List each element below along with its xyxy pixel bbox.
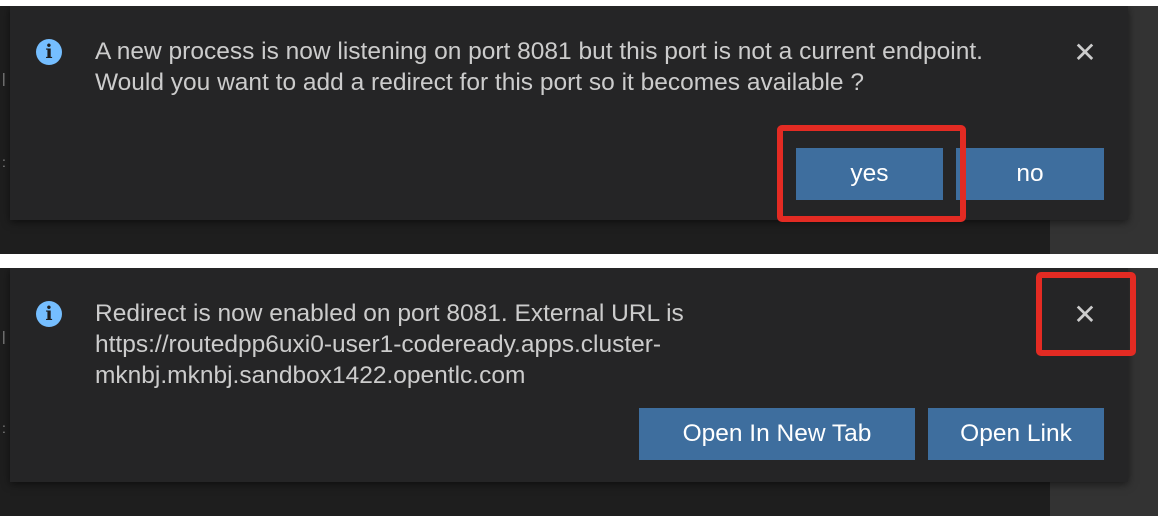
highlight-box-close [1036, 272, 1136, 356]
editor-panel-top: | : i A new process is now listening on … [0, 6, 1158, 254]
editor-edge-mark: : [2, 154, 6, 170]
editor-edge-mark: | [2, 70, 6, 86]
open-link-button[interactable]: Open Link [928, 408, 1104, 460]
editor-panel-bottom: | : i Redirect is now enabled on port 80… [0, 268, 1158, 516]
editor-edge-mark: | [2, 328, 6, 344]
close-icon[interactable]: ✕ [1072, 39, 1098, 67]
notification-message: A new process is now listening on port 8… [95, 38, 983, 96]
info-icon: i [36, 39, 62, 65]
notification-redirect-enabled: i Redirect is now enabled on port 8081. … [10, 268, 1128, 482]
editor-edge-mark: : [2, 420, 6, 436]
highlight-box-yes [777, 125, 966, 222]
open-in-new-tab-button[interactable]: Open In New Tab [639, 408, 915, 460]
notification-message: Redirect is now enabled on port 8081. Ex… [95, 300, 684, 389]
no-button[interactable]: no [956, 148, 1104, 200]
info-icon: i [36, 301, 62, 327]
